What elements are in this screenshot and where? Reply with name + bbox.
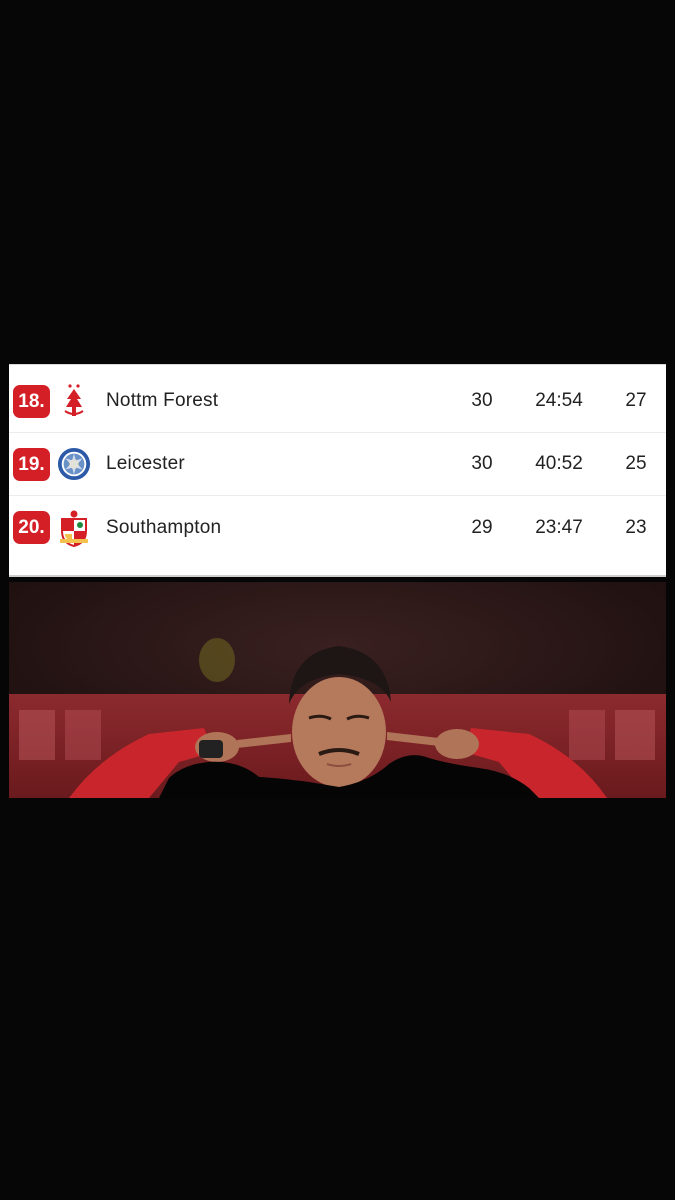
team-name: Nottm Forest xyxy=(106,390,219,411)
table-row[interactable]: 20. Southampton 29 23:47 23 xyxy=(9,496,666,559)
rank-badge: 20. xyxy=(13,511,50,544)
goal-difference: 23:47 xyxy=(535,516,583,538)
matches-played: 30 xyxy=(471,390,493,411)
southampton-crest-icon xyxy=(57,509,91,547)
rank-badge: 19. xyxy=(13,447,50,481)
table-row[interactable]: 19. Leicester 30 40:52 25 xyxy=(9,433,666,496)
standings-table: 18. Nottm Forest 30 24:54 27 19. Leicest… xyxy=(9,364,666,577)
points: 23 xyxy=(625,516,647,538)
matches-played: 30 xyxy=(471,453,493,474)
points: 25 xyxy=(625,453,647,474)
matches-played: 29 xyxy=(471,516,493,538)
team-name: Southampton xyxy=(106,516,222,538)
player-covering-ears-photo xyxy=(9,582,666,798)
points: 27 xyxy=(625,390,647,411)
rank-badge: 18. xyxy=(13,384,50,418)
team-name: Leicester xyxy=(106,453,185,474)
goal-difference: 24:54 xyxy=(535,390,583,411)
nottingham-forest-crest-icon xyxy=(57,382,91,420)
screen: 18. Nottm Forest 30 24:54 27 19. Leicest… xyxy=(0,0,675,1200)
goal-difference: 40:52 xyxy=(535,453,583,474)
leicester-crest-icon xyxy=(57,445,91,483)
table-row[interactable]: 18. Nottm Forest 30 24:54 27 xyxy=(9,370,666,433)
